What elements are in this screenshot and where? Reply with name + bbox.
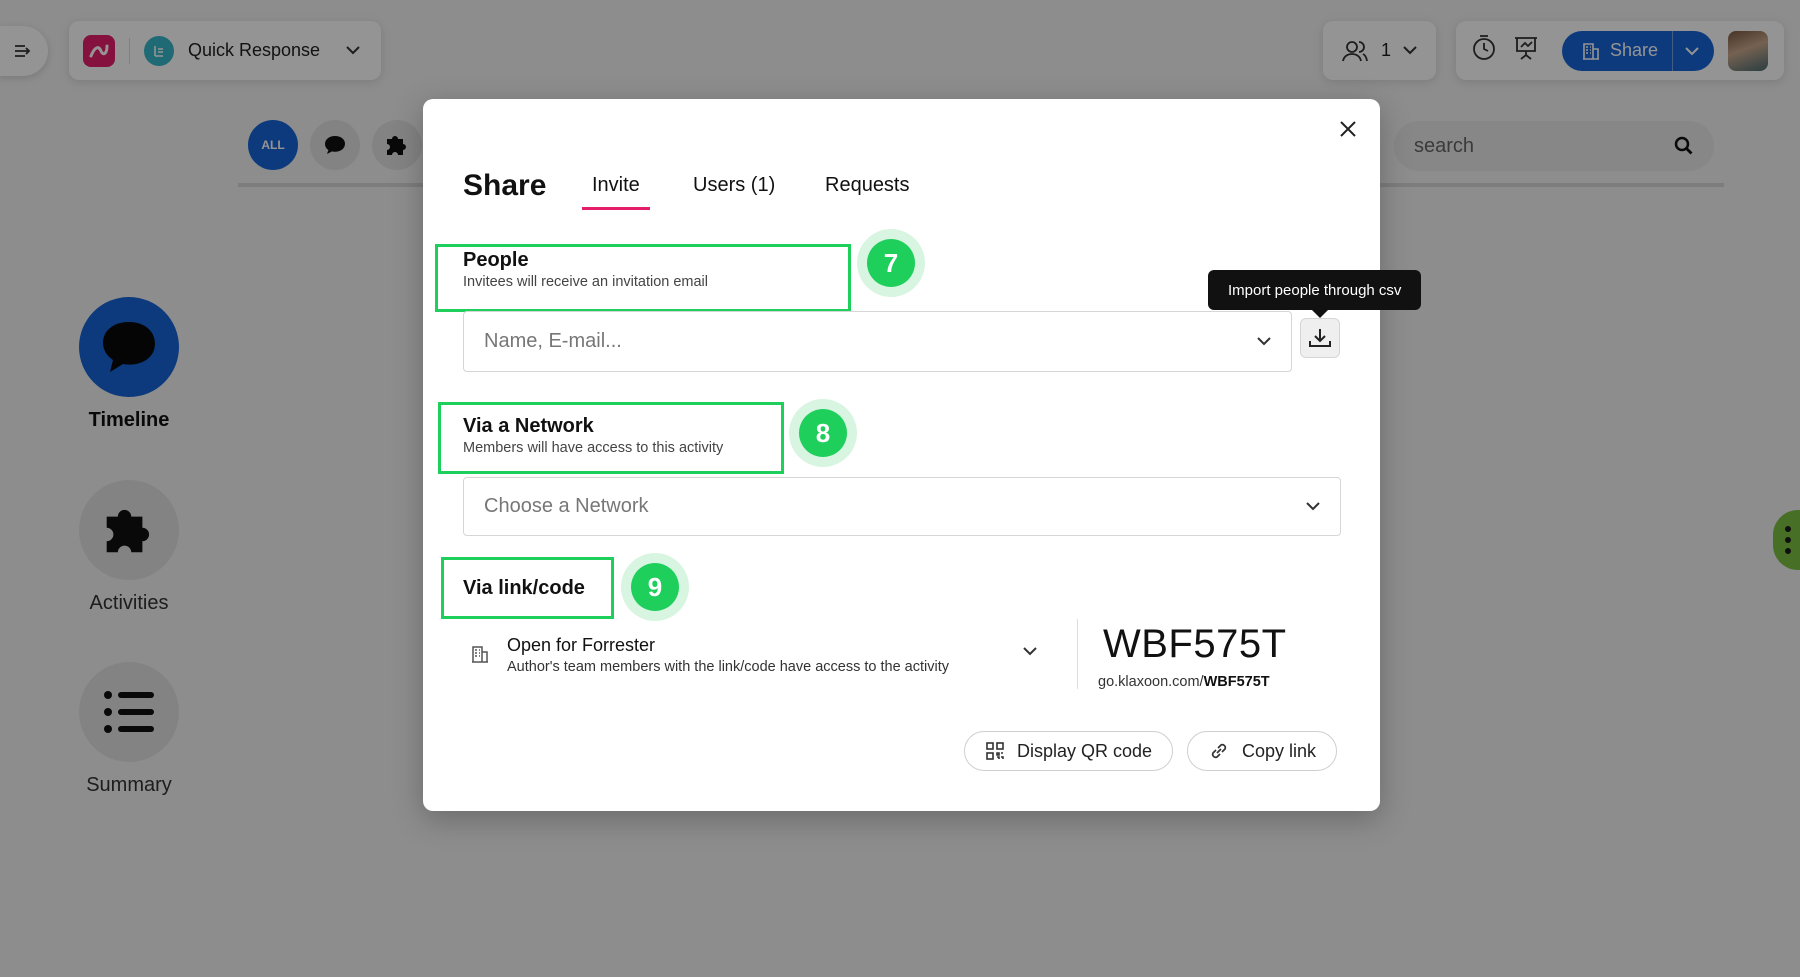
network-subtitle: Members will have access to this activit… — [463, 440, 724, 456]
link-access-subtitle: Author's team members with the link/code… — [507, 659, 949, 675]
people-subtitle: Invitees will receive an invitation emai… — [463, 274, 708, 290]
display-qr-button[interactable]: Display QR code — [964, 731, 1174, 771]
link-access-select[interactable]: Open for Forrester Author's team members… — [471, 635, 1051, 695]
network-select-placeholder: Choose a Network — [484, 495, 649, 517]
qr-code-icon — [986, 742, 1004, 760]
link-title: Via link/code — [463, 577, 585, 599]
step-badge-7: 7 — [857, 229, 925, 297]
chevron-down-icon[interactable] — [1257, 337, 1271, 346]
session-url[interactable]: go.klaxoon.com/WBF575T — [1098, 674, 1270, 690]
link-icon — [1211, 743, 1227, 759]
dialog-title: Share — [463, 169, 547, 202]
copy-link-label: Copy link — [1242, 740, 1317, 761]
network-select[interactable]: Choose a Network — [463, 477, 1341, 536]
tab-users[interactable]: Users (1) — [693, 174, 775, 207]
link-access-title: Open for Forrester — [507, 635, 656, 655]
people-title: People — [463, 249, 529, 271]
people-input[interactable]: Name, E-mail... — [463, 311, 1292, 372]
close-button[interactable] — [1330, 111, 1366, 147]
import-csv-button[interactable] — [1300, 318, 1340, 358]
step-badge-8: 8 — [789, 399, 857, 467]
step-badge-9: 9 — [621, 553, 689, 621]
session-code: WBF575T — [1103, 622, 1287, 666]
import-csv-tooltip: Import people through csv — [1208, 270, 1422, 318]
network-title: Via a Network — [463, 415, 594, 437]
network-highlight-box — [438, 402, 784, 474]
people-input-placeholder: Name, E-mail... — [484, 330, 622, 352]
share-dialog: Share Invite Users (1) Requests People I… — [423, 99, 1422, 811]
close-icon — [1340, 121, 1356, 137]
tab-requests[interactable]: Requests — [825, 174, 910, 207]
tab-invite[interactable]: Invite — [582, 174, 650, 210]
chevron-down-icon[interactable] — [1306, 502, 1320, 511]
building-icon — [472, 646, 488, 663]
copy-link-button[interactable]: Copy link — [1187, 731, 1338, 771]
chevron-down-icon[interactable] — [1023, 647, 1037, 656]
download-icon — [1309, 329, 1331, 347]
display-qr-label: Display QR code — [1017, 740, 1153, 761]
